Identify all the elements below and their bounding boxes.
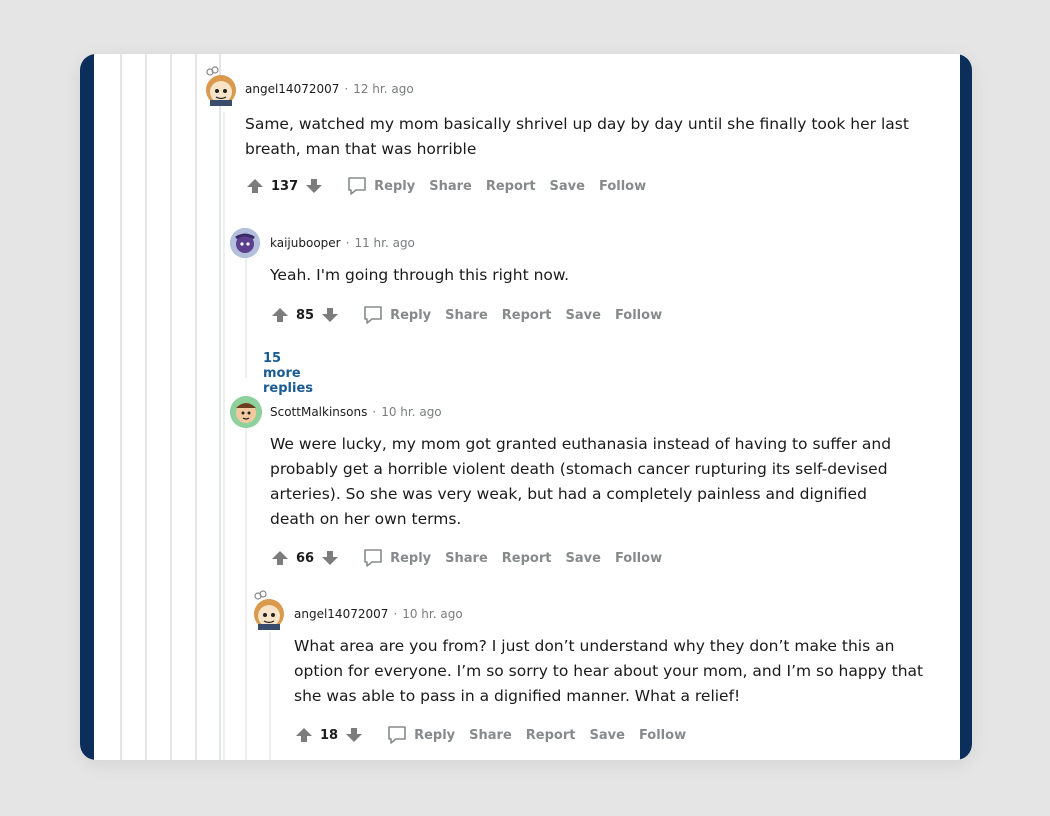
comment-meta: angel14072007 · 12 hr. ago	[245, 82, 414, 96]
comment-meta: kaijubooper · 11 hr. ago	[270, 236, 415, 250]
comment-meta: ScottMalkinsons · 10 hr. ago	[270, 405, 442, 419]
vote-score: 137	[271, 178, 299, 194]
upvote-icon	[296, 728, 312, 742]
downvote-icon	[322, 551, 339, 565]
upvote-icon	[272, 551, 288, 565]
comment-body: Yeah. I'm going through this right now.	[270, 266, 570, 284]
separator: ·	[344, 82, 349, 96]
reply-label: Reply	[374, 178, 416, 194]
upvote-button[interactable]	[270, 548, 290, 568]
save-button[interactable]: Save	[590, 728, 625, 743]
reply-label: Reply	[414, 727, 456, 743]
reply-button[interactable]: Reply	[362, 547, 431, 569]
downvote-icon	[346, 728, 363, 742]
more-replies-link[interactable]: 15 more replies	[263, 351, 313, 396]
downvote-icon	[306, 179, 323, 193]
reply-button[interactable]: Reply	[362, 304, 431, 326]
thread-line[interactable]	[120, 54, 122, 760]
upvote-icon	[247, 179, 263, 193]
comment-body: What area are you from? I just don’t und…	[294, 637, 924, 705]
card-left-edge	[80, 54, 94, 760]
thread-line[interactable]	[219, 54, 221, 760]
author-name[interactable]: kaijubooper	[270, 236, 341, 250]
comment-body: Same, watched my mom basically shrivel u…	[245, 115, 909, 158]
thread-line[interactable]	[269, 632, 271, 760]
timestamp[interactable]: 10 hr. ago	[402, 607, 462, 621]
upvote-icon	[272, 308, 288, 322]
follow-button[interactable]: Follow	[599, 179, 646, 194]
avatar[interactable]	[204, 66, 238, 106]
timestamp[interactable]: 10 hr. ago	[381, 405, 441, 419]
share-button[interactable]: Share	[469, 728, 512, 743]
thread-line[interactable]	[145, 54, 147, 760]
save-button[interactable]: Save	[566, 308, 601, 323]
reply-button[interactable]: Reply	[346, 175, 415, 197]
author-name[interactable]: angel14072007	[245, 82, 339, 96]
comment-bubble-icon	[388, 726, 406, 744]
report-button[interactable]: Report	[502, 551, 552, 566]
comment-bubble-icon	[364, 549, 382, 567]
comment-bubble-icon	[364, 306, 382, 324]
avatar[interactable]	[230, 228, 260, 258]
comment-actions: 66 Reply Share Report Save Follow	[270, 547, 662, 569]
downvote-button[interactable]	[320, 305, 340, 325]
reply-label: Reply	[390, 550, 432, 566]
downvote-button[interactable]	[304, 176, 324, 196]
snoo-avatar-icon	[206, 66, 236, 106]
thread-line[interactable]	[245, 428, 247, 760]
thread-line[interactable]	[195, 54, 197, 760]
comment-bubble-icon	[348, 177, 366, 195]
thread-line[interactable]	[223, 112, 225, 760]
comment-meta: angel14072007 · 10 hr. ago	[294, 607, 463, 621]
downvote-button[interactable]	[320, 548, 340, 568]
save-button[interactable]: Save	[566, 551, 601, 566]
downvote-button[interactable]	[344, 725, 364, 745]
avatar[interactable]	[230, 396, 262, 428]
comment-thread-card: angel14072007 · 12 hr. ago Same, watched…	[80, 54, 972, 760]
timestamp[interactable]: 11 hr. ago	[354, 236, 414, 250]
report-button[interactable]: Report	[486, 179, 536, 194]
avatar[interactable]	[252, 590, 286, 630]
reply-button[interactable]: Reply	[386, 724, 455, 746]
vote-score: 85	[296, 307, 315, 323]
vote-score: 18	[320, 727, 339, 743]
comment-actions: 18 Reply Share Report Save Follow	[294, 724, 686, 746]
separator: ·	[345, 236, 350, 250]
upvote-button[interactable]	[270, 305, 290, 325]
thread-line[interactable]	[170, 54, 172, 760]
upvote-button[interactable]	[294, 725, 314, 745]
reply-label: Reply	[390, 307, 432, 323]
card-right-edge	[960, 54, 972, 760]
comment-body: We were lucky, my mom got granted euthan…	[270, 435, 892, 528]
share-button[interactable]: Share	[429, 179, 472, 194]
timestamp[interactable]: 12 hr. ago	[353, 82, 413, 96]
separator: ·	[372, 405, 377, 419]
share-button[interactable]: Share	[445, 308, 488, 323]
author-name[interactable]: ScottMalkinsons	[270, 405, 367, 419]
cartoon-face-avatar-icon	[230, 396, 262, 428]
share-button[interactable]: Share	[445, 551, 488, 566]
separator: ·	[393, 607, 398, 621]
snoo-avatar-icon	[254, 590, 284, 630]
downvote-icon	[322, 308, 339, 322]
save-button[interactable]: Save	[550, 179, 585, 194]
follow-button[interactable]: Follow	[639, 728, 686, 743]
thread-line[interactable]	[245, 258, 247, 378]
follow-button[interactable]: Follow	[615, 551, 662, 566]
triaple-avatar-icon	[230, 228, 260, 258]
comment-actions: 85 Reply Share Report Save Follow	[270, 304, 662, 326]
vote-score: 66	[296, 550, 315, 566]
report-button[interactable]: Report	[526, 728, 576, 743]
report-button[interactable]: Report	[502, 308, 552, 323]
upvote-button[interactable]	[245, 176, 265, 196]
follow-button[interactable]: Follow	[615, 308, 662, 323]
comment-actions: 137 Reply Share Report Save Follow	[245, 175, 646, 197]
author-name[interactable]: angel14072007	[294, 607, 388, 621]
